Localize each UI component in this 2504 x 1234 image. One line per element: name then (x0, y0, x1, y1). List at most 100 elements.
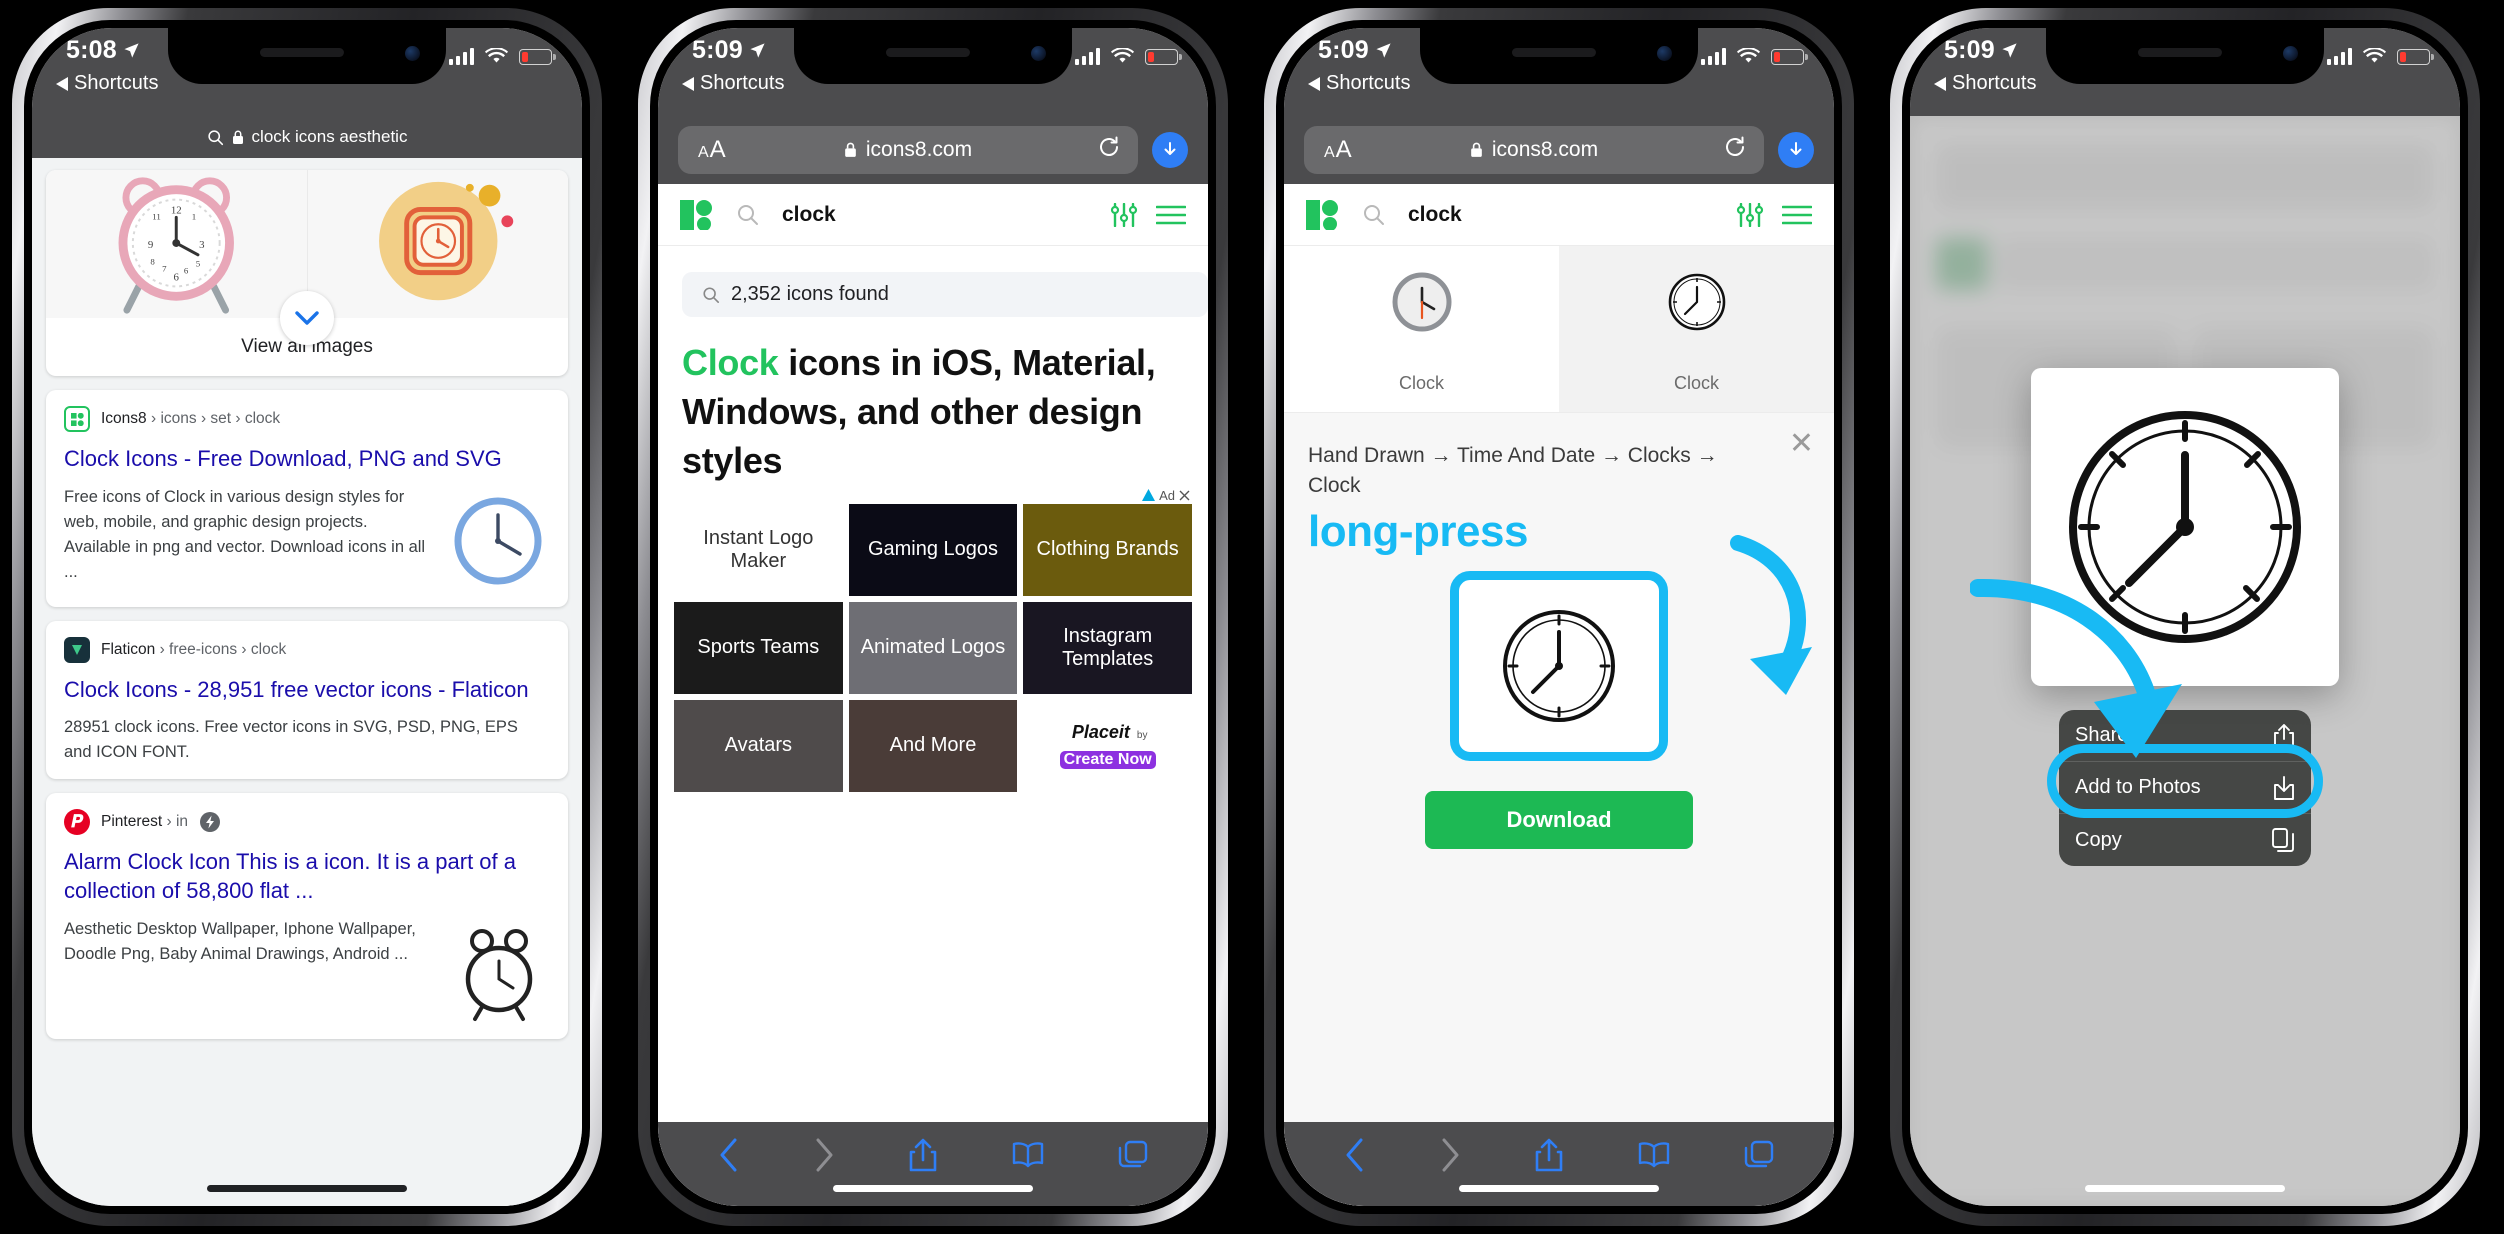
search-icon[interactable] (736, 203, 760, 227)
ad-choices-icon[interactable] (1142, 488, 1156, 502)
forward-icon[interactable] (813, 1137, 835, 1173)
home-indicator[interactable] (207, 1185, 407, 1192)
location-arrow-icon (2002, 43, 2017, 58)
result-title[interactable]: Alarm Clock Icon This is a icon. It is a… (64, 848, 550, 905)
back-to-shortcuts-button[interactable]: Shortcuts (56, 72, 158, 95)
downloads-button[interactable] (1778, 132, 1814, 168)
ad-cell[interactable]: Avatars (674, 699, 843, 792)
back-icon[interactable] (1344, 1137, 1366, 1173)
icon-preview-box[interactable] (1450, 570, 1668, 761)
status-time: 5:09 (1944, 36, 1995, 64)
context-menu-item-add-to-photos[interactable]: Add to Photos (2059, 762, 2311, 814)
earpiece-speaker (2137, 48, 2222, 57)
close-icon[interactable] (1179, 490, 1190, 501)
book-icon[interactable] (1011, 1141, 1045, 1169)
tabs-icon[interactable] (1118, 1140, 1148, 1170)
back-to-shortcuts-button[interactable]: Shortcuts (1308, 72, 1410, 95)
lock-icon (232, 130, 243, 144)
triangle-left-icon (1308, 76, 1320, 91)
icon-detail-panel: ✕ Hand Drawn → Time And Date → Clocks → … (1284, 413, 1834, 1206)
ad-cell[interactable]: And More (848, 699, 1018, 792)
icon-result-handdrawn-clock[interactable]: Clock (1559, 246, 1834, 412)
ad-cell[interactable]: Sports Teams (674, 601, 843, 694)
book-icon[interactable] (1637, 1141, 1671, 1169)
text-size-button[interactable]: AA (1324, 136, 1352, 164)
filters-icon[interactable] (1736, 202, 1764, 227)
forward-icon[interactable] (1439, 1137, 1461, 1173)
result-path: › in (166, 813, 189, 831)
ad-cell[interactable]: Clothing Brands (1023, 503, 1192, 596)
share-icon (2274, 723, 2294, 748)
back-label: Shortcuts (700, 72, 785, 94)
icon-result-ios-clock[interactable]: Clock (1284, 246, 1559, 412)
ad-cell[interactable]: Instagram Templates (1023, 601, 1192, 694)
search-result-pinterest[interactable]: 𝑷 Pinterest › in Alarm Clock Icon This i… (46, 793, 568, 1039)
result-thumbnail[interactable] (446, 920, 550, 1025)
reload-button[interactable] (1724, 136, 1746, 164)
ad-cell-label: Sports Teams (697, 636, 820, 659)
search-result-icons8[interactable]: Icons8 › icons › set › clock Clock Icons… (46, 390, 568, 607)
pinterest-glyph: 𝑷 (71, 812, 83, 832)
back-to-shortcuts-button[interactable]: Shortcuts (1934, 72, 2036, 95)
filters-icon[interactable] (1110, 202, 1138, 227)
site-search-query[interactable]: clock (1408, 203, 1462, 227)
icon-caption: Clock (1398, 373, 1444, 393)
cellular-signal-icon (2326, 48, 2352, 65)
ad-cell[interactable]: Animated Logos (848, 601, 1018, 694)
context-menu-item-copy[interactable]: Copy (2059, 814, 2311, 866)
ad-cell[interactable]: Instant Logo Maker (674, 503, 843, 596)
icons8-page: clock 2,352 icons found Clock icons in i… (658, 184, 1208, 1206)
address-field[interactable]: AA icons8.com (678, 126, 1138, 174)
home-indicator[interactable] (833, 1185, 1033, 1192)
create-now-button[interactable]: Create Now (1059, 751, 1156, 770)
svg-text:1: 1 (192, 211, 196, 221)
results-count-label: 2,352 icons found (731, 283, 889, 305)
front-camera (405, 46, 420, 61)
close-icon[interactable]: ✕ (1789, 429, 1814, 459)
downloads-button[interactable] (1152, 132, 1188, 168)
download-button[interactable]: Download (1425, 790, 1693, 849)
back-icon[interactable] (718, 1137, 740, 1173)
share-icon[interactable] (1534, 1137, 1564, 1173)
result-source: Icons8 › icons › set › clock (64, 406, 550, 432)
home-indicator[interactable] (1459, 1185, 1659, 1192)
ad-cell[interactable]: Gaming Logos (848, 503, 1018, 596)
search-query-text: clock icons aesthetic (251, 127, 408, 146)
image-thumb-alarm-clock[interactable]: 12 3 6 9 11 1 5 6 7 8 (46, 170, 308, 318)
phone-4-screen: 5:09 Shortcuts Share... Add to Photos Co… (1910, 28, 2460, 1206)
tabs-icon[interactable] (1744, 1140, 1774, 1170)
result-thumbnail[interactable] (446, 488, 550, 593)
image-preview-card[interactable] (2031, 368, 2339, 686)
pink-alarm-clock-illustration: 12 3 6 9 11 1 5 6 7 8 (118, 177, 234, 314)
text-size-button[interactable]: AA (698, 136, 726, 164)
view-all-images-row[interactable]: View all images (46, 291, 568, 376)
copy-icon (2272, 828, 2294, 852)
home-indicator[interactable] (2085, 1185, 2285, 1192)
brand-name: Placeit (1071, 722, 1130, 743)
site-search-query[interactable]: clock (782, 203, 836, 227)
google-search-bar[interactable]: clock icons aesthetic (32, 116, 582, 158)
context-menu-label: Share... (2075, 724, 2146, 746)
search-icon[interactable] (1362, 203, 1386, 227)
context-menu-label: Add to Photos (2075, 776, 2201, 798)
result-title[interactable]: Clock Icons - Free Download, PNG and SVG (64, 445, 550, 474)
front-camera (1031, 46, 1046, 61)
search-result-flaticon[interactable]: Flaticon › free-icons › clock Clock Icon… (46, 620, 568, 780)
share-icon[interactable] (908, 1137, 938, 1173)
svg-text:5: 5 (196, 259, 201, 269)
safari-toolbar (658, 1122, 1208, 1206)
expand-images-button[interactable] (280, 291, 334, 345)
back-to-shortcuts-button[interactable]: Shortcuts (682, 72, 784, 95)
svg-text:11: 11 (152, 211, 161, 221)
reload-button[interactable] (1098, 136, 1120, 164)
location-arrow-icon (124, 43, 139, 58)
image-thumb-yellow-clock[interactable] (307, 170, 568, 318)
address-field[interactable]: AA icons8.com (1304, 126, 1764, 174)
context-menu-item-share[interactable]: Share... (2059, 710, 2311, 762)
flaticon-glyph (72, 644, 82, 655)
result-title[interactable]: Clock Icons - 28,951 free vector icons -… (64, 676, 550, 705)
status-time-group: 5:09 (1318, 36, 1392, 65)
result-description: Free icons of Clock in various design st… (64, 487, 426, 581)
hamburger-menu-icon[interactable] (1156, 204, 1186, 226)
hamburger-menu-icon[interactable] (1782, 204, 1812, 226)
